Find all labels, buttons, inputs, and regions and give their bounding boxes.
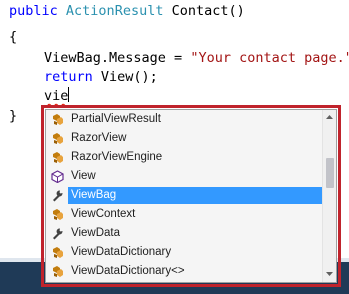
type-name: ActionResult xyxy=(65,3,164,19)
scroll-down-arrow-icon[interactable] xyxy=(323,267,336,281)
code-line-6: } xyxy=(9,108,18,124)
method-icon xyxy=(51,170,64,184)
code-line-2: { xyxy=(9,29,18,45)
scroll-up-arrow-icon[interactable] xyxy=(323,110,336,124)
class-icon xyxy=(51,113,64,126)
property-icon xyxy=(51,189,64,202)
completion-item[interactable]: View xyxy=(46,167,322,186)
completion-item[interactable]: ViewBag xyxy=(46,186,322,205)
completion-item[interactable]: ViewContext xyxy=(46,205,322,224)
completion-item-label: ViewDataDictionary xyxy=(71,246,172,258)
code-line-1: public ActionResult Contact() xyxy=(9,2,245,21)
completion-item-label: ViewContext xyxy=(71,208,136,220)
class-icon xyxy=(51,132,64,145)
completion-list[interactable]: PartialViewResult RazorView RazorViewEngin… xyxy=(45,109,337,283)
completion-item-label: PartialViewResult xyxy=(71,113,161,125)
text-caret xyxy=(68,87,70,102)
completion-item[interactable]: PartialViewResult xyxy=(46,110,322,129)
completion-item-label: View xyxy=(71,170,96,182)
completion-item-label: ViewDataDictionary<> xyxy=(71,265,185,277)
completion-items: PartialViewResult RazorView RazorViewEngin… xyxy=(46,110,322,281)
class-icon xyxy=(51,246,64,259)
side-panel-edge xyxy=(343,186,349,226)
completion-item-label: ViewData xyxy=(71,227,121,239)
class-icon xyxy=(51,151,64,164)
completion-item-label: RazorView xyxy=(71,132,127,144)
completion-item[interactable]: ViewDataDictionary xyxy=(46,243,322,262)
assignment-target: ViewBag.Message = xyxy=(44,50,191,66)
code-line-3: ViewBag.Message = "Your contact page."; xyxy=(44,49,349,68)
code-line-4: return View(); xyxy=(44,68,158,87)
completion-scrollbar[interactable] xyxy=(322,110,336,282)
keyword: public xyxy=(9,3,58,19)
completion-item[interactable]: RazorView xyxy=(46,129,322,148)
class-icon xyxy=(51,208,64,221)
typed-text: vie xyxy=(44,88,69,104)
completion-item-label: RazorViewEngine xyxy=(71,151,163,163)
completion-item[interactable]: RazorViewEngine xyxy=(46,148,322,167)
code-line-5: vie xyxy=(44,87,70,106)
string-literal: "Your contact page." xyxy=(190,50,349,66)
completion-item[interactable]: ViewData xyxy=(46,224,322,243)
method-signature: Contact() xyxy=(163,3,245,19)
completion-item[interactable]: ViewDataDictionary<> xyxy=(46,262,322,281)
property-icon xyxy=(51,227,64,240)
scrollbar-thumb[interactable] xyxy=(326,158,334,188)
completion-item-label: ViewBag xyxy=(68,187,322,204)
keyword: return xyxy=(44,69,93,85)
class-icon xyxy=(51,265,64,278)
return-expression: View(); xyxy=(92,69,158,85)
